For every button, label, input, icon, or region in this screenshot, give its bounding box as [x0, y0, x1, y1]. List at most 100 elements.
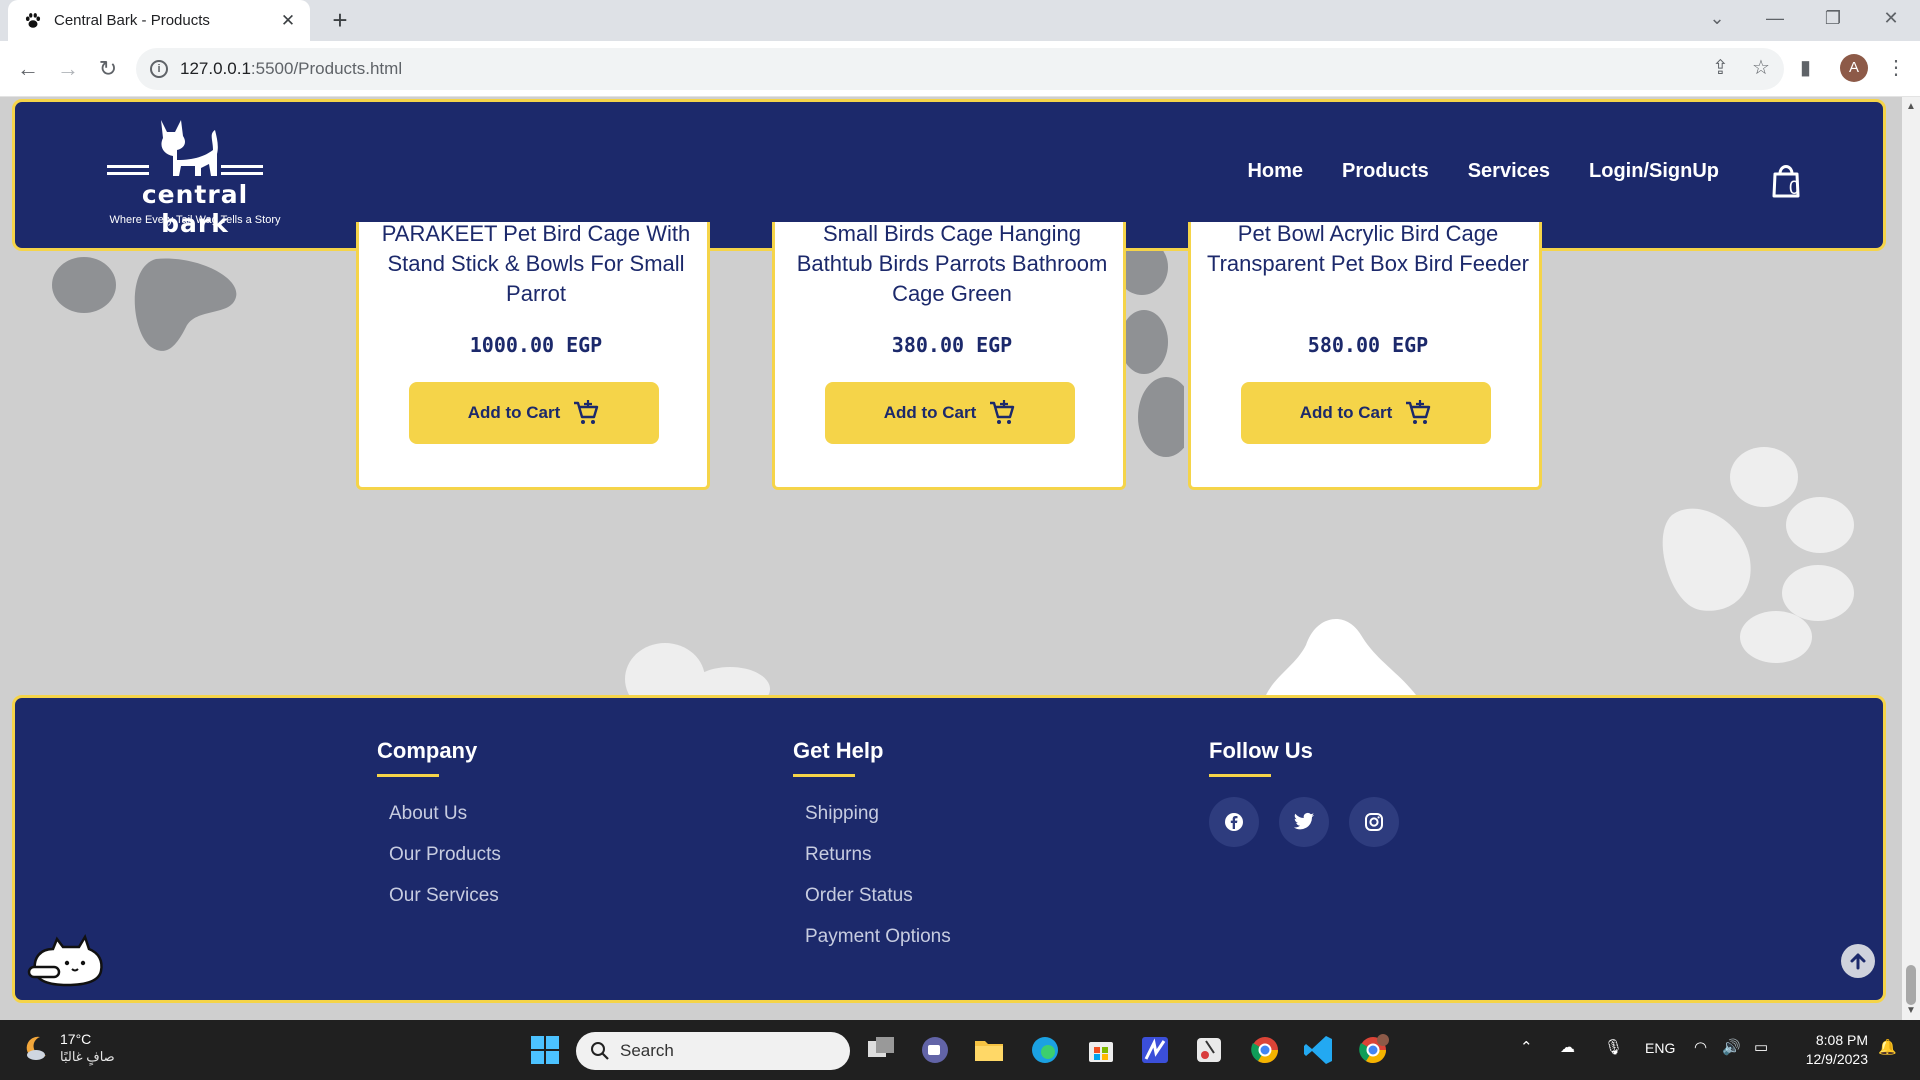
footer-link-our-products[interactable]: Our Products	[389, 844, 501, 866]
edge-browser-icon[interactable]	[1028, 1033, 1062, 1067]
side-panel-icon[interactable]: ▮	[1800, 55, 1811, 80]
url-text[interactable]: 127.0.0.1:5500/Products.html	[180, 59, 402, 79]
browser-tab[interactable]: Central Bark - Products ✕	[8, 0, 310, 41]
add-to-cart-button[interactable]: Add to Cart	[1241, 382, 1491, 444]
background-paw-icon-5	[1266, 618, 1416, 695]
page-scrollbar[interactable]: ▲ ▼	[1902, 97, 1920, 1020]
footer-follow-column: Follow Us	[1209, 738, 1399, 847]
close-tab-icon[interactable]: ✕	[278, 11, 298, 31]
title-underline	[793, 774, 855, 777]
footer-company-title: Company	[377, 738, 478, 763]
add-to-cart-button[interactable]: Add to Cart	[409, 382, 659, 444]
windows-start-icon[interactable]	[528, 1033, 562, 1067]
add-to-cart-button[interactable]: Add to Cart	[825, 382, 1075, 444]
tab-search-icon[interactable]: ⌄	[1702, 8, 1732, 29]
address-bar[interactable]: i 127.0.0.1:5500/Products.html	[136, 48, 1784, 90]
background-paw-icon-3	[1662, 447, 1854, 663]
nav-services-link[interactable]: Services	[1468, 160, 1550, 183]
chrome-profile-icon[interactable]	[1356, 1033, 1390, 1067]
footer-link-our-services[interactable]: Our Services	[389, 885, 501, 907]
clock-time: 8:08 PM	[1815, 1032, 1868, 1048]
onedrive-icon[interactable]: ☁	[1560, 1038, 1575, 1056]
product-card: PARAKEET Pet Bird Cage With Stand Stick …	[356, 219, 710, 490]
close-window-button[interactable]: ✕	[1876, 8, 1906, 29]
background-paw-icon-4	[625, 643, 770, 697]
background-paw-icon	[52, 257, 237, 351]
menu-icon[interactable]: ⋮	[1886, 55, 1906, 80]
bookmark-star-icon[interactable]: ☆	[1752, 55, 1770, 80]
product-price: 380.00 EGP	[891, 333, 1013, 357]
footer-link-payment-options[interactable]: Payment Options	[805, 926, 951, 948]
cart-plus-icon	[574, 400, 599, 424]
nav-products-link[interactable]: Products	[1342, 160, 1429, 183]
battery-icon[interactable]: ▭	[1754, 1038, 1768, 1056]
new-tab-button[interactable]: +	[325, 6, 355, 36]
footer-follow-title: Follow Us	[1209, 738, 1313, 763]
title-underline	[377, 774, 439, 777]
temperature: 17°C	[60, 1031, 92, 1047]
microsoft-store-icon[interactable]	[1084, 1033, 1118, 1067]
product-card: Pet Bowl Acrylic Bird Cage Transparent P…	[1188, 219, 1542, 490]
weather-widget[interactable]: 17°C صافٍ غالبًا	[20, 1030, 115, 1066]
site-footer: Company About Us Our Products Our Servic…	[12, 695, 1886, 1003]
tab-title: Central Bark - Products	[54, 12, 210, 29]
reload-button[interactable]: ↻	[92, 53, 124, 85]
main-nav: Home Products Services Login/SignUp	[1247, 160, 1719, 183]
footer-link-about-us[interactable]: About Us	[389, 803, 501, 825]
footer-link-returns[interactable]: Returns	[805, 844, 951, 866]
product-name[interactable]: PARAKEET Pet Bird Cage With Stand Stick …	[369, 219, 703, 309]
cart-plus-icon	[990, 400, 1015, 424]
scroll-to-top-button[interactable]	[1841, 944, 1875, 978]
product-price: 1000.00 EGP	[469, 333, 603, 357]
twitter-icon[interactable]	[1279, 797, 1329, 847]
scrollbar-thumb[interactable]	[1906, 965, 1916, 1005]
minimize-button[interactable]: —	[1760, 8, 1790, 29]
profile-avatar[interactable]: A	[1840, 54, 1868, 82]
product-card: Small Birds Cage Hanging Bathtub Birds P…	[772, 219, 1126, 490]
forward-button[interactable]: →	[52, 53, 84, 85]
logo-wordmark: central bark	[141, 180, 249, 238]
show-hidden-icons-icon[interactable]: ⌃	[1520, 1038, 1533, 1056]
cat-mascot-icon	[27, 934, 103, 987]
share-icon[interactable]: ⇪	[1712, 55, 1729, 80]
app-icon-blue[interactable]	[1138, 1033, 1172, 1067]
nav-home-link[interactable]: Home	[1247, 160, 1303, 183]
system-clock[interactable]: 8:08 PM 12/9/2023	[1792, 1031, 1868, 1069]
windows-taskbar: 17°C صافٍ غالبًا Search ⌃ ☁ 🎙 ENG ◠ 🔊 ▭ …	[0, 1020, 1920, 1080]
site-info-icon[interactable]: i	[150, 60, 168, 78]
scroll-down-arrow-icon[interactable]: ▼	[1906, 1005, 1916, 1016]
instagram-icon[interactable]	[1349, 797, 1399, 847]
footer-link-shipping[interactable]: Shipping	[805, 803, 951, 825]
taskbar-search-box[interactable]: Search	[576, 1032, 850, 1070]
file-explorer-icon[interactable]	[972, 1033, 1006, 1067]
volume-icon[interactable]: 🔊	[1722, 1038, 1741, 1056]
footer-link-order-status[interactable]: Order Status	[805, 885, 951, 907]
facebook-icon[interactable]	[1209, 797, 1259, 847]
browser-tab-strip: Central Bark - Products ✕ + ⌄ — ❐ ✕	[0, 0, 1920, 41]
title-underline	[1209, 774, 1271, 777]
task-view-icon[interactable]	[864, 1033, 898, 1067]
search-placeholder: Search	[620, 1041, 674, 1060]
cart-count: 0	[1789, 178, 1800, 199]
vscode-icon[interactable]	[1302, 1033, 1336, 1067]
add-to-cart-label: Add to Cart	[467, 403, 561, 422]
shopping-bag-icon[interactable]	[1767, 160, 1807, 200]
product-name[interactable]: Pet Bowl Acrylic Bird Cage Transparent P…	[1201, 219, 1535, 279]
teams-chat-icon[interactable]	[918, 1033, 952, 1067]
nav-login-signup-link[interactable]: Login/SignUp	[1589, 160, 1719, 183]
footer-help-column: Get Help Shipping Returns Order Status P…	[793, 738, 951, 967]
footer-company-column: Company About Us Our Products Our Servic…	[377, 738, 501, 926]
product-name[interactable]: Small Birds Cage Hanging Bathtub Birds P…	[785, 219, 1119, 309]
scroll-up-arrow-icon[interactable]: ▲	[1906, 101, 1916, 112]
chrome-browser-icon[interactable]	[1248, 1033, 1282, 1067]
back-button[interactable]: ←	[12, 53, 44, 85]
social-links	[1209, 797, 1399, 847]
language-indicator[interactable]: ENG	[1645, 1040, 1675, 1056]
weather-condition: صافٍ غالبًا	[60, 1049, 115, 1064]
microphone-icon[interactable]: 🎙	[1604, 1038, 1623, 1056]
wifi-icon[interactable]: ◠	[1694, 1038, 1707, 1056]
moon-cloud-icon	[26, 1036, 46, 1060]
notification-bell-icon[interactable]: 🔔	[1878, 1038, 1897, 1056]
snipping-tool-icon[interactable]	[1192, 1033, 1226, 1067]
restore-button[interactable]: ❐	[1818, 8, 1848, 29]
